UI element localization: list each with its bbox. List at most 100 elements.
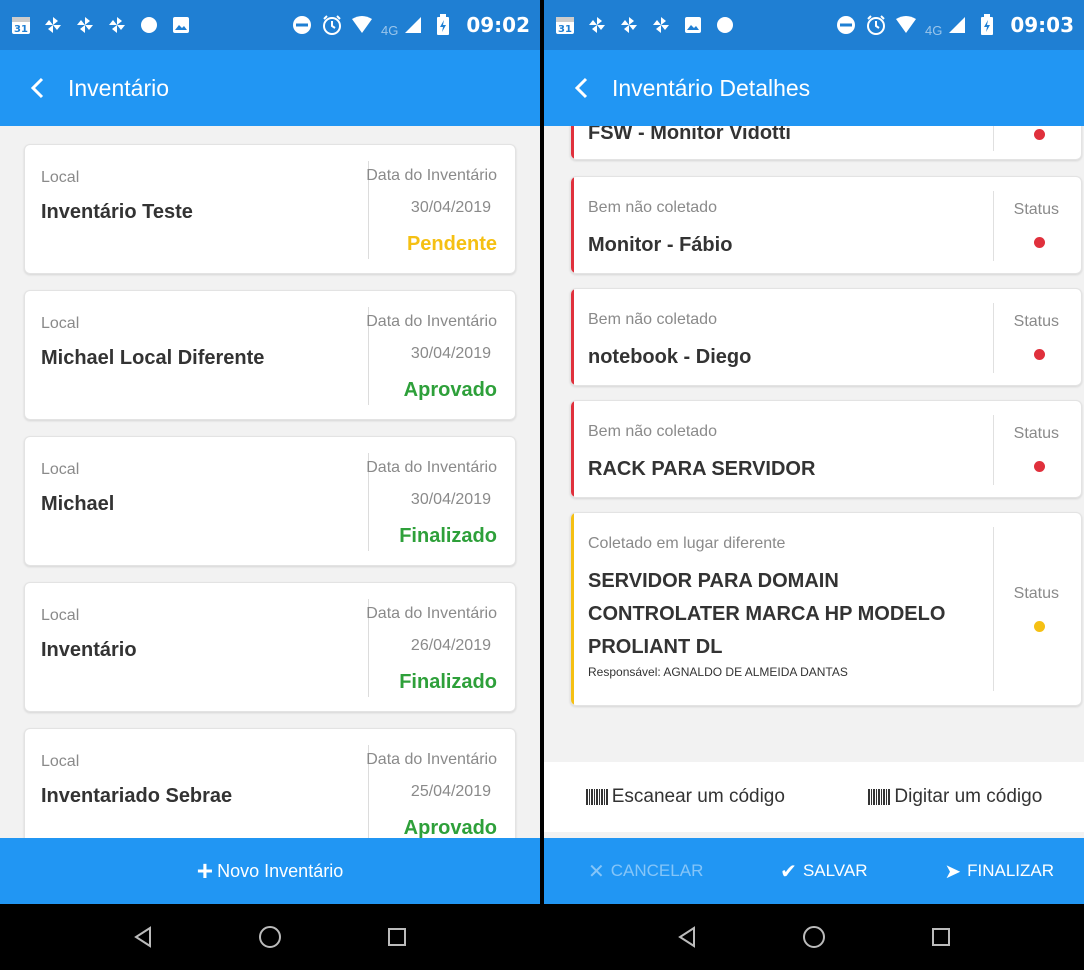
inventory-card[interactable]: Local Inventário Data do Inventário 26/0… — [24, 582, 516, 712]
card-title: Inventariado Sebrae — [41, 785, 233, 807]
network-type: 4G — [380, 22, 399, 38]
nav-back-button[interactable] — [123, 917, 163, 957]
signal-icon — [946, 14, 968, 36]
date-label: Data do Inventário — [366, 313, 497, 330]
app-bar: Inventário Detalhes — [544, 50, 1084, 126]
cancel-button[interactable]: ✕ CANCELAR — [588, 859, 703, 884]
wifi-icon — [895, 14, 917, 36]
circle-app-icon — [138, 14, 160, 36]
chevron-left-icon — [30, 77, 44, 99]
inventory-date: 26/04/2019 — [410, 637, 491, 654]
item-card[interactable]: Bem não coletado RACK PARA SERVIDOR Stat… — [570, 400, 1082, 498]
date-label: Data do Inventário — [366, 459, 497, 476]
back-button[interactable] — [24, 70, 50, 106]
date-label: Data do Inventário — [366, 605, 497, 622]
item-title: Monitor - Fábio — [588, 234, 733, 256]
image-icon — [682, 14, 704, 36]
inventory-date: 30/04/2019 — [410, 491, 491, 508]
back-button[interactable] — [568, 70, 594, 106]
clock-time: 09:02 — [466, 13, 530, 37]
status-label: Status — [1013, 201, 1059, 218]
status-bar: 31 4G 09:02 — [0, 0, 540, 50]
page-title: Inventário Detalhes — [612, 74, 811, 101]
calendar-icon: 31 — [554, 14, 576, 36]
item-title: FSW - Monitor Vidotti — [588, 126, 791, 144]
status-color-bar — [571, 126, 574, 159]
finish-button[interactable]: ➤ FINALIZAR — [944, 859, 1054, 884]
item-title: SERVIDOR PARA DOMAIN CONTROLATER MARCA H… — [588, 570, 946, 658]
check-icon: ✔ — [780, 860, 797, 883]
date-label: Data do Inventário — [366, 167, 497, 184]
type-code-button[interactable]: Digitar um código — [868, 786, 1042, 808]
card-label: Local — [41, 169, 80, 186]
item-card[interactable]: Bem não coletado notebook - Diego Status — [570, 288, 1082, 386]
inventory-card[interactable]: Local Inventariado Sebrae Data do Invent… — [24, 728, 516, 838]
new-inventory-button[interactable]: + Novo Inventário — [0, 838, 540, 904]
item-label: Bem não coletado — [588, 311, 717, 328]
save-button[interactable]: ✔ SALVAR — [780, 859, 867, 884]
triangle-back-icon — [134, 926, 152, 948]
nav-recent-button[interactable] — [377, 917, 417, 957]
inventory-card[interactable]: Local Michael Data do Inventário 30/04/2… — [24, 436, 516, 566]
status-label: Status — [1013, 585, 1059, 602]
save-label: SALVAR — [802, 861, 868, 880]
plus-icon: + — [196, 855, 214, 886]
type-code-label: Digitar um código — [894, 786, 1043, 807]
item-label: Bem não coletado — [588, 199, 717, 216]
inventory-date: 30/04/2019 — [410, 345, 491, 362]
battery-charging-icon — [432, 14, 454, 36]
page-title: Inventário — [68, 74, 170, 101]
status-dot — [1034, 349, 1045, 360]
do-not-disturb-icon — [291, 14, 313, 36]
signal-icon — [402, 14, 424, 36]
scan-code-button[interactable]: Escanear um código — [585, 786, 785, 808]
item-title: notebook - Diego — [588, 346, 752, 368]
pinwheel-icon — [586, 14, 608, 36]
inventory-list: Local Inventário Teste Data do Inventári… — [0, 126, 540, 838]
status-badge: Pendente — [406, 233, 497, 255]
pinwheel-icon — [650, 14, 672, 36]
wifi-icon — [351, 14, 373, 36]
send-icon: ➤ — [944, 860, 962, 883]
item-card[interactable]: FSW - Monitor Vidotti — [570, 126, 1082, 160]
inventory-card[interactable]: Local Michael Local Diferente Data do In… — [24, 290, 516, 420]
status-color-bar — [571, 513, 574, 705]
nav-home-button[interactable] — [250, 917, 290, 957]
finish-label: FINALIZAR — [967, 861, 1054, 880]
square-recent-icon — [387, 928, 406, 946]
inventory-list-screen: 31 4G 09:02 Inventário Local Inventário … — [0, 0, 540, 970]
status-color-bar — [571, 401, 574, 497]
nav-back-button[interactable] — [667, 917, 707, 957]
responsible-text: Responsável: AGNALDO DE ALMEIDA DANTAS — [588, 665, 848, 679]
nav-recent-button[interactable] — [921, 917, 961, 957]
item-card[interactable]: Bem não coletado Monitor - Fábio Status — [570, 176, 1082, 274]
inventory-items-list: FSW - Monitor Vidotti Bem não coletado M… — [544, 126, 1084, 762]
alarm-icon — [321, 14, 343, 36]
inventory-detail-screen: 31 4G 09:03 Inventário Detalhes FSW - Mo… — [544, 0, 1084, 970]
status-color-bar — [571, 177, 574, 273]
status-dot — [1034, 461, 1045, 472]
card-label: Local — [41, 753, 80, 770]
card-title: Inventário Teste — [41, 201, 193, 223]
triangle-back-icon — [678, 926, 696, 948]
item-card[interactable]: Coletado em lugar diferente SERVIDOR PAR… — [570, 512, 1082, 706]
cancel-label: CANCELAR — [610, 861, 704, 880]
nav-home-button[interactable] — [794, 917, 834, 957]
item-title: RACK PARA SERVIDOR — [588, 458, 816, 480]
status-dot — [1034, 237, 1045, 248]
status-bar: 31 4G 09:03 — [544, 0, 1084, 50]
status-badge: Aprovado — [403, 817, 497, 838]
item-label: Coletado em lugar diferente — [588, 535, 786, 552]
clock-time: 09:03 — [1010, 13, 1074, 37]
close-icon: ✕ — [588, 860, 605, 883]
item-label: Bem não coletado — [588, 423, 717, 440]
status-label: Status — [1013, 425, 1059, 442]
svg-text:31: 31 — [14, 24, 28, 35]
inventory-date: 25/04/2019 — [410, 783, 491, 800]
status-dot — [1034, 621, 1045, 632]
image-icon — [170, 14, 192, 36]
detail-footer: ✕ CANCELAR ✔ SALVAR ➤ FINALIZAR — [544, 838, 1084, 904]
inventory-card[interactable]: Local Inventário Teste Data do Inventári… — [24, 144, 516, 274]
card-divider — [993, 415, 994, 485]
barcode-icon — [585, 789, 609, 805]
